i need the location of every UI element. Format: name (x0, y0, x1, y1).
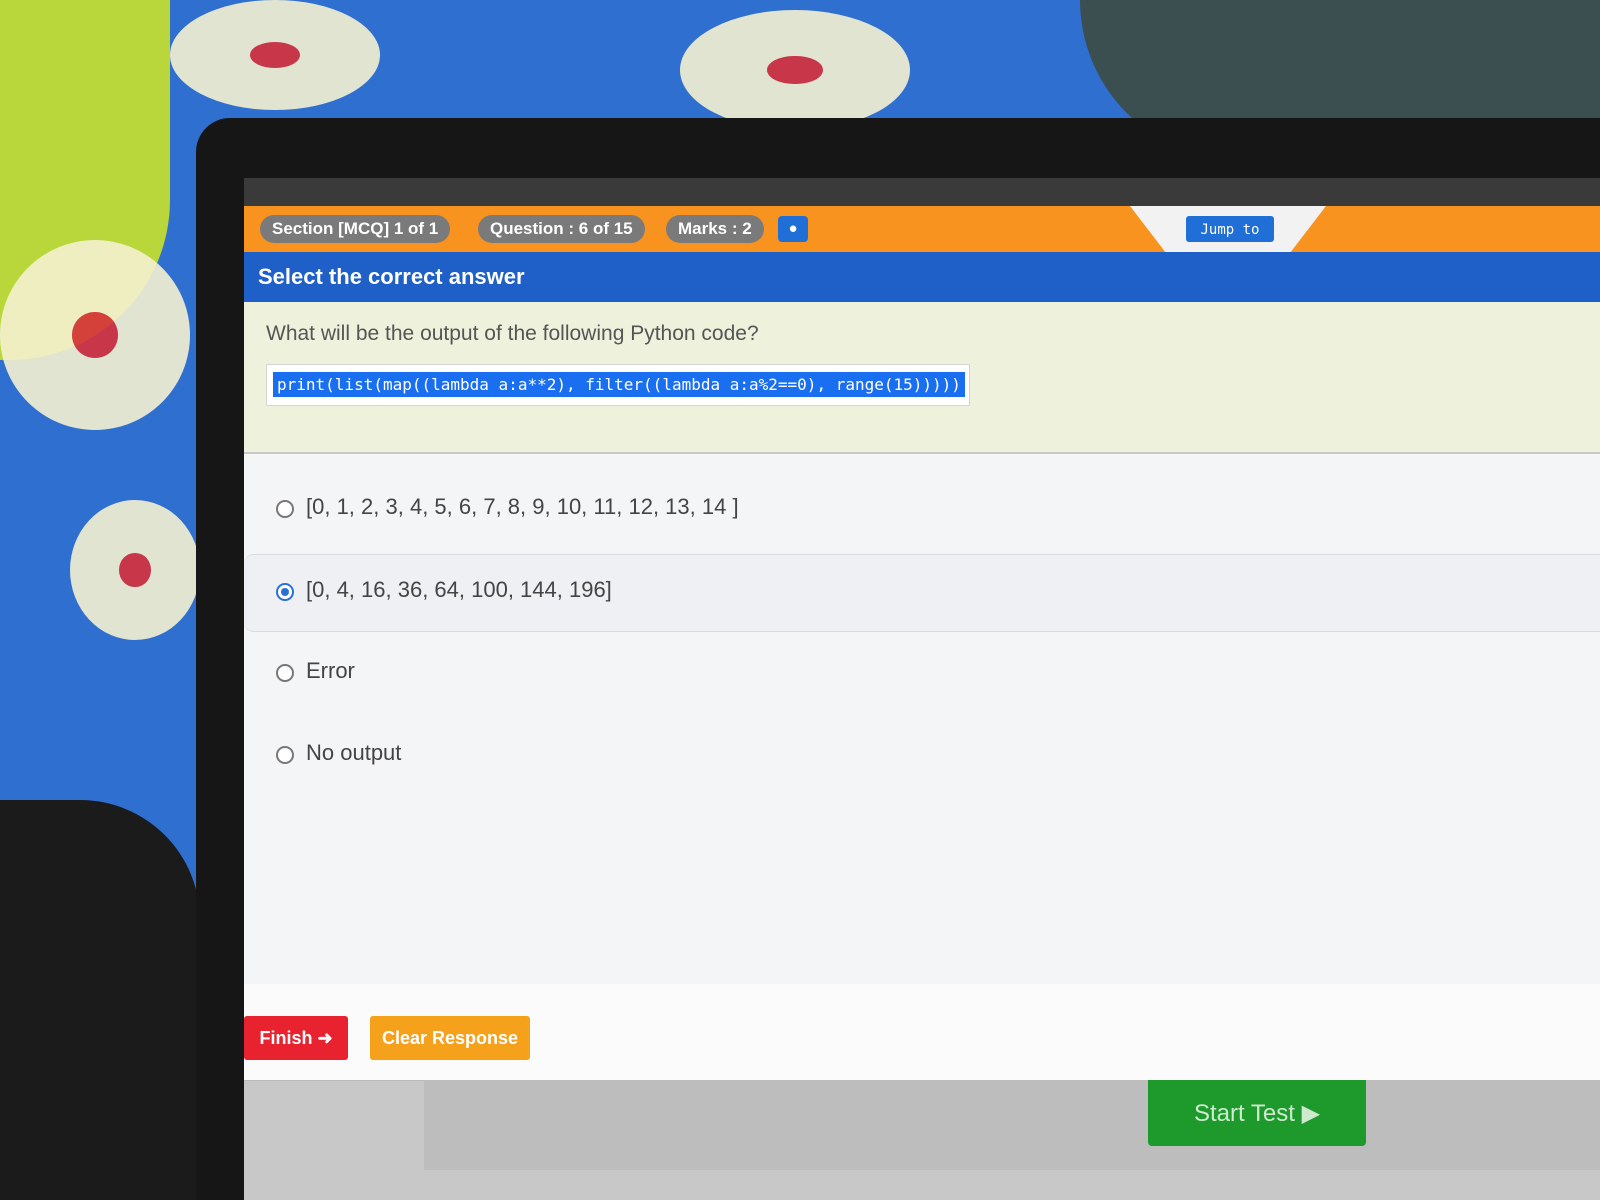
radio-button[interactable] (276, 500, 294, 518)
radio-button-selected[interactable] (276, 583, 294, 601)
background-flower (70, 500, 200, 640)
option-label: No output (306, 740, 402, 765)
option-label: [0, 1, 2, 3, 4, 5, 6, 7, 8, 9, 10, 11, 1… (306, 494, 739, 519)
chat-bubble-icon[interactable]: ● (778, 216, 808, 242)
option-4[interactable]: No output (244, 718, 1600, 794)
option-label: [0, 4, 16, 36, 64, 100, 144, 196] (306, 577, 612, 602)
background-cable (0, 800, 200, 1200)
background-page-panel (424, 1080, 1600, 1170)
answer-options: [0, 1, 2, 3, 4, 5, 6, 7, 8, 9, 10, 11, 1… (244, 454, 1600, 984)
section-badge: Section [MCQ] 1 of 1 (260, 215, 451, 243)
instruction-title: Select the correct answer (258, 264, 525, 289)
question-panel: What will be the output of the following… (244, 302, 1600, 452)
exam-header-bar: Section [MCQ] 1 of 1 Question : 6 of 15 … (244, 206, 1600, 252)
browser-top-strip (244, 178, 1600, 208)
option-3[interactable]: Error (244, 636, 1600, 712)
code-snippet: print(list(map((lambda a:a**2), filter((… (273, 372, 965, 397)
option-label: Error (306, 658, 355, 683)
jump-to-tab: Jump to (1130, 206, 1326, 252)
background-flower (680, 10, 910, 130)
clear-response-button[interactable]: Clear Response (370, 1016, 530, 1060)
laptop-bezel: Section [MCQ] 1 of 1 Question : 6 of 15 … (196, 118, 1600, 1200)
option-2[interactable]: [0, 4, 16, 36, 64, 100, 144, 196] (244, 554, 1600, 632)
question-counter-badge: Question : 6 of 15 (478, 215, 645, 243)
radio-button[interactable] (276, 664, 294, 682)
question-text: What will be the output of the following… (266, 322, 759, 345)
laptop-screen: Section [MCQ] 1 of 1 Question : 6 of 15 … (244, 178, 1600, 1200)
jump-to-button[interactable]: Jump to (1186, 216, 1274, 242)
background-flower (0, 240, 190, 430)
start-test-button[interactable]: Start Test ▶ (1148, 1080, 1366, 1146)
marks-badge: Marks : 2 (666, 215, 764, 243)
action-footer: Finish ➜ Clear Response (244, 984, 1600, 1081)
finish-button[interactable]: Finish ➜ (244, 1016, 348, 1060)
instruction-bar: Select the correct answer (244, 252, 1600, 302)
option-1[interactable]: [0, 1, 2, 3, 4, 5, 6, 7, 8, 9, 10, 11, 1… (244, 472, 1600, 548)
background-flower (170, 0, 380, 110)
radio-button[interactable] (276, 746, 294, 764)
code-block: print(list(map((lambda a:a**2), filter((… (266, 364, 970, 406)
